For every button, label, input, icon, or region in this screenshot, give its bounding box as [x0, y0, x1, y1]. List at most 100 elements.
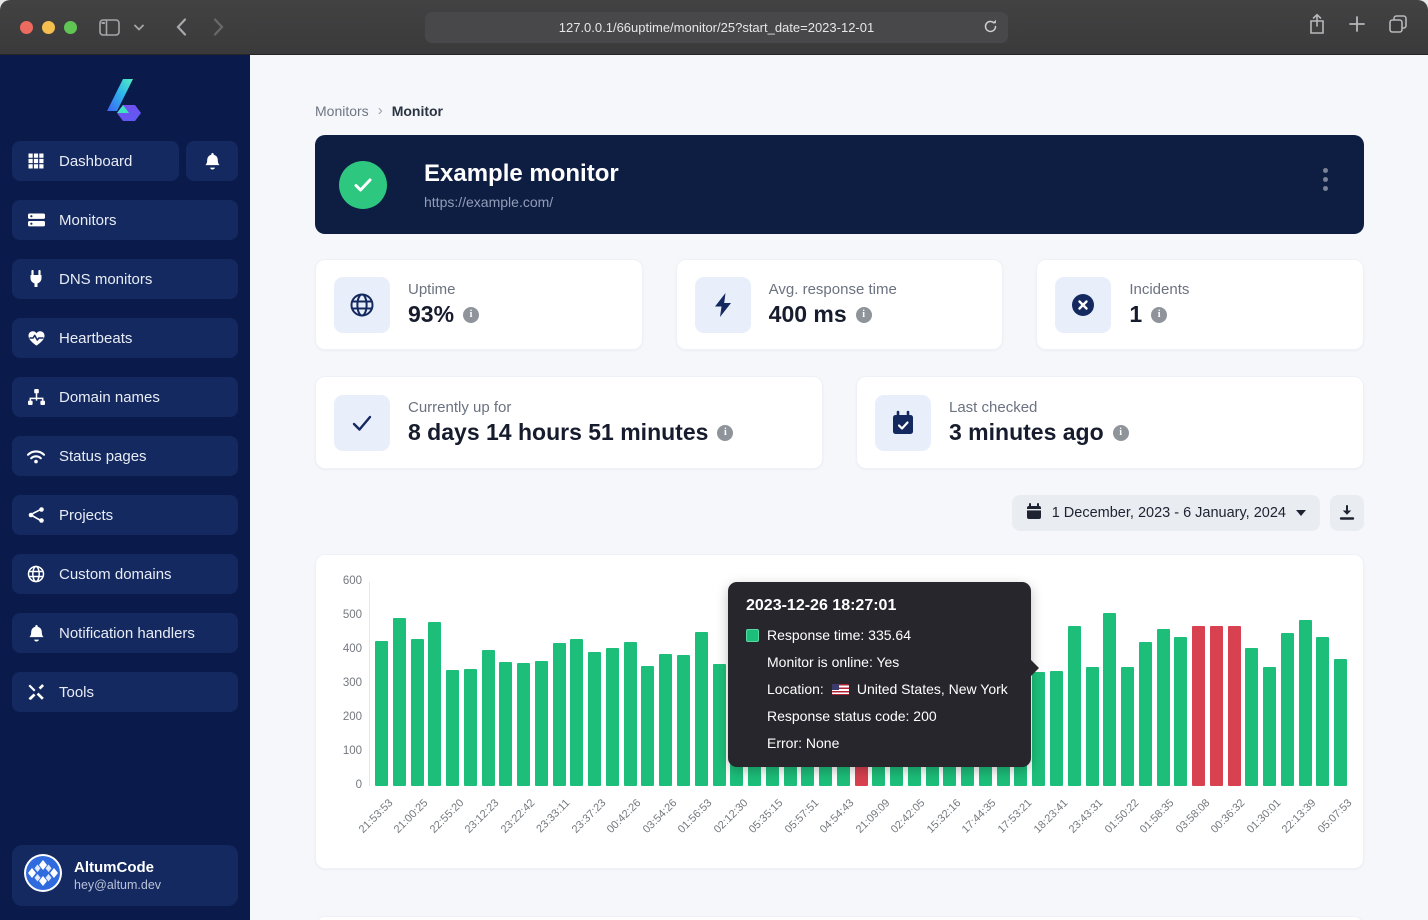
chart-bar-up[interactable] — [588, 652, 601, 786]
chart-bar-up[interactable] — [499, 662, 512, 786]
chart-bar-up[interactable] — [553, 643, 566, 786]
chart-bar-up[interactable] — [1157, 629, 1170, 786]
chart-bar-up[interactable] — [446, 670, 459, 786]
sidebar-item-dashboard[interactable]: Dashboard — [12, 141, 179, 181]
app-logo[interactable] — [12, 69, 238, 141]
chart-bar-down[interactable] — [1228, 626, 1241, 786]
y-axis-tick: 100 — [330, 745, 362, 757]
sidebar-item-tools[interactable]: Tools — [12, 672, 238, 712]
breadcrumb-current: Monitor — [392, 103, 443, 119]
chart-bar-up[interactable] — [570, 639, 583, 786]
chart-bar-up[interactable] — [624, 642, 637, 786]
info-icon[interactable]: i — [1151, 307, 1167, 323]
circle-x-icon — [1055, 277, 1111, 333]
sidebar-item-custom-domains[interactable]: Custom domains — [12, 554, 238, 594]
sidebar-item-label: Status pages — [59, 448, 147, 465]
tab-overview-icon[interactable] — [1388, 14, 1408, 34]
new-tab-icon[interactable] — [1349, 16, 1365, 32]
browser-window: 127.0.0.1/66uptime/monitor/25?start_date… — [0, 0, 1428, 920]
date-range-picker[interactable]: 1 December, 2023 - 6 January, 2024 — [1012, 495, 1320, 531]
chart-bar-up[interactable] — [1121, 667, 1134, 786]
zoom-window-button[interactable] — [64, 21, 77, 34]
sidebar-item-status-pages[interactable]: Status pages — [12, 436, 238, 476]
user-account-card[interactable]: AltumCode hey@altum.dev — [12, 845, 238, 906]
chart-bar-up[interactable] — [1068, 626, 1081, 786]
address-bar[interactable]: 127.0.0.1/66uptime/monitor/25?start_date… — [425, 12, 1008, 43]
chart-bar-up[interactable] — [677, 655, 690, 786]
chart-bar-up[interactable] — [695, 632, 708, 786]
chart-bar-up[interactable] — [375, 641, 388, 786]
info-icon[interactable]: i — [463, 307, 479, 323]
chart-bar-up[interactable] — [1263, 667, 1276, 786]
info-icon[interactable]: i — [717, 425, 733, 441]
back-button[interactable] — [176, 18, 187, 36]
globe-icon — [26, 565, 46, 583]
info-icon[interactable]: i — [856, 307, 872, 323]
chart-bar-up[interactable] — [1316, 637, 1329, 786]
chart-bar-down[interactable] — [1192, 626, 1205, 786]
breadcrumb-chevron-icon: › — [378, 102, 383, 119]
sidebar-item-heartbeats[interactable]: Heartbeats — [12, 318, 238, 358]
share-icon[interactable] — [1308, 13, 1326, 35]
chart-bar-up[interactable] — [535, 661, 548, 786]
chart-bar-up[interactable] — [464, 669, 477, 786]
bolt-icon — [695, 277, 751, 333]
chart-bar-up[interactable] — [1334, 659, 1347, 786]
currently-up-card: Currently up for 8 days 14 hours 51 minu… — [315, 376, 823, 469]
download-report-button[interactable] — [1330, 495, 1364, 531]
x-axis-label: 01:30:01 — [1245, 797, 1284, 836]
incidents-card: Incidents 1 i — [1036, 259, 1364, 350]
chart-bar-up[interactable] — [1281, 633, 1294, 786]
monitor-menu-button[interactable] — [1323, 168, 1328, 191]
x-axis-label: 02:12:30 — [712, 797, 751, 836]
x-axis-label: 01:58:35 — [1138, 797, 1177, 836]
sidebar-item-monitors[interactable]: Monitors — [12, 200, 238, 240]
chart-bar-up[interactable] — [1245, 648, 1258, 786]
chart-bar-up[interactable] — [1299, 620, 1312, 786]
chart-bar-up[interactable] — [1032, 672, 1045, 786]
sidebar-item-domain-names[interactable]: Domain names — [12, 377, 238, 417]
stat-label: Uptime — [408, 281, 479, 298]
sidebar-item-label: Custom domains — [59, 566, 172, 583]
monitor-title: Example monitor — [424, 160, 619, 188]
info-icon[interactable]: i — [1113, 425, 1129, 441]
sidebar-item-dns-monitors[interactable]: DNS monitors — [12, 259, 238, 299]
notifications-bell-button[interactable] — [186, 141, 238, 181]
grid-icon — [26, 152, 46, 170]
stat-value: 400 ms — [769, 301, 847, 328]
chart-bar-up[interactable] — [1174, 637, 1187, 786]
sidebar-toggle-icon[interactable] — [99, 19, 120, 36]
x-axis-label: 15:32:16 — [925, 797, 964, 836]
chart-bar-up[interactable] — [482, 650, 495, 786]
stat-value: 3 minutes ago — [949, 419, 1104, 446]
chart-bar-up[interactable] — [641, 666, 654, 786]
close-window-button[interactable] — [20, 21, 33, 34]
sidebar-item-projects[interactable]: Projects — [12, 495, 238, 535]
reload-icon[interactable] — [982, 18, 999, 35]
sidebar: Dashboard Monitors DNS monitors Heartbeats D… — [0, 55, 250, 920]
breadcrumb-monitors-link[interactable]: Monitors — [315, 103, 369, 119]
chart-bar-up[interactable] — [411, 639, 424, 786]
chart-bar-up[interactable] — [713, 664, 726, 786]
stat-label: Currently up for — [408, 399, 733, 416]
caret-down-icon — [1296, 510, 1306, 516]
chart-bar-up[interactable] — [393, 618, 406, 786]
chart-bar-up[interactable] — [428, 622, 441, 786]
chart-bar-up[interactable] — [1103, 613, 1116, 786]
chart-bar-up[interactable] — [1050, 671, 1063, 786]
status-up-icon — [339, 161, 387, 209]
chevron-down-icon[interactable] — [134, 24, 144, 31]
chart-bar-up[interactable] — [1086, 667, 1099, 786]
tooltip-status-code: Response status code: 200 — [746, 708, 1013, 724]
chart-bar-up[interactable] — [517, 663, 530, 786]
sidebar-item-label: Monitors — [59, 212, 117, 229]
sidebar-item-notification-handlers[interactable]: Notification handlers — [12, 613, 238, 653]
chart-bar-up[interactable] — [606, 648, 619, 786]
avatar — [24, 854, 62, 897]
chart-bar-up[interactable] — [1139, 642, 1152, 786]
forward-button[interactable] — [213, 18, 224, 36]
minimize-window-button[interactable] — [42, 21, 55, 34]
chart-bar-up[interactable] — [659, 654, 672, 786]
x-axis-label: 23:43:31 — [1067, 797, 1106, 836]
chart-bar-down[interactable] — [1210, 626, 1223, 786]
